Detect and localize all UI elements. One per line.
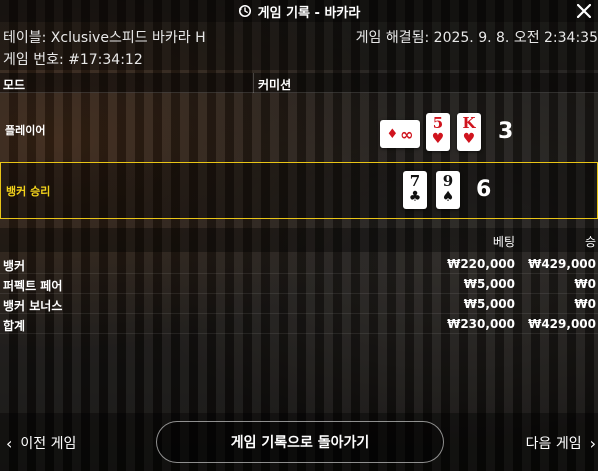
banker-win-label: 뱅커 승리 [6, 185, 51, 198]
club-icon: ♣ [408, 189, 422, 205]
banker-card-1: 7 ♣ [403, 171, 427, 209]
card-rank: ∞ [400, 124, 414, 144]
game-history-panel: 게임 기록 - 바카라 테이블: Xclusive스피드 바카라 H 게임 번호… [0, 0, 598, 471]
heart-icon: ♥ [462, 131, 476, 147]
chevron-right-icon: › [589, 433, 596, 453]
player-card-1: ♦ ∞ [380, 120, 420, 148]
column-bet: 베팅 [492, 235, 515, 249]
diamond-icon: ♦ [386, 126, 399, 142]
chevron-left-icon: ‹ [6, 433, 13, 453]
card-rank: 5 [432, 114, 444, 132]
heart-icon: ♥ [431, 131, 445, 147]
table-name: 테이블: Xclusive스피드 바카라 H [3, 30, 206, 46]
page-title-text: 게임 기록 - 바카라 [257, 5, 361, 21]
previous-game-label: 이전 게임 [20, 436, 77, 452]
player-card-3: K ♥ [457, 113, 481, 151]
total-label: 합계 [3, 319, 26, 333]
player-card-2: 5 ♥ [426, 113, 450, 151]
next-game-label: 다음 게임 [525, 436, 582, 452]
round-info: 테이블: Xclusive스피드 바카라 H 게임 번호: #17:34:12 … [0, 22, 598, 70]
win-amount: ₩429,000 [528, 257, 596, 271]
player-label: 플레이어 [5, 124, 46, 137]
mode-row: 모드 커미션 [0, 73, 598, 93]
banker-hand: 뱅커 승리 [0, 162, 598, 219]
table-row: 뱅커 ₩220,000 ₩429,000 [0, 254, 598, 274]
back-to-history-button[interactable]: 게임 기록으로 돌아가기 [156, 421, 444, 463]
page-title: 게임 기록 - 바카라 [238, 2, 361, 21]
card-rank: K [462, 114, 476, 132]
previous-game-button[interactable]: ‹ 이전 게임 [6, 433, 76, 453]
total-bet: ₩230,000 [447, 317, 515, 331]
bet-amount: ₩220,000 [447, 257, 515, 271]
footer-nav: ‹ 이전 게임 게임 기록으로 돌아가기 다음 게임 › [0, 413, 598, 471]
next-game-button[interactable]: 다음 게임 › [526, 433, 596, 453]
commission-label: 커미션 [258, 78, 292, 92]
mode-label: 모드 [3, 78, 26, 92]
header-bar: 게임 기록 - 바카라 [0, 0, 598, 22]
bet-amount: ₩5,000 [463, 277, 515, 291]
resolved-time: 게임 해결됨: 2025. 9. 8. 오전 2:34:35 [355, 30, 598, 46]
close-icon [577, 4, 591, 18]
column-win: 승 [584, 235, 596, 249]
column-divider [253, 73, 254, 93]
player-score: 3 [498, 119, 514, 144]
bet-name: 뱅커 보너스 [3, 299, 63, 313]
card-rank: 9 [442, 172, 454, 190]
total-row: 합계 ₩230,000 ₩429,000 [0, 314, 598, 334]
win-amount: ₩0 [574, 277, 596, 291]
win-amount: ₩0 [574, 297, 596, 311]
bet-name: 퍼펙트 페어 [3, 279, 63, 293]
bet-name: 뱅커 [3, 259, 26, 273]
total-win: ₩429,000 [528, 317, 596, 331]
table-row: 퍼펙트 페어 ₩5,000 ₩0 [0, 274, 598, 294]
round-number: 게임 번호: #17:34:12 [3, 52, 143, 68]
banker-card-2: 9 ♠ [436, 171, 460, 209]
bet-amount: ₩5,000 [463, 297, 515, 311]
history-icon [238, 4, 251, 18]
spade-icon: ♠ [441, 189, 455, 205]
card-rank: 7 [409, 172, 421, 190]
banker-score: 6 [476, 177, 492, 202]
close-button[interactable] [574, 0, 594, 22]
table-row: 뱅커 보너스 ₩5,000 ₩0 [0, 294, 598, 314]
bets-header: 베팅 승 [0, 228, 598, 252]
